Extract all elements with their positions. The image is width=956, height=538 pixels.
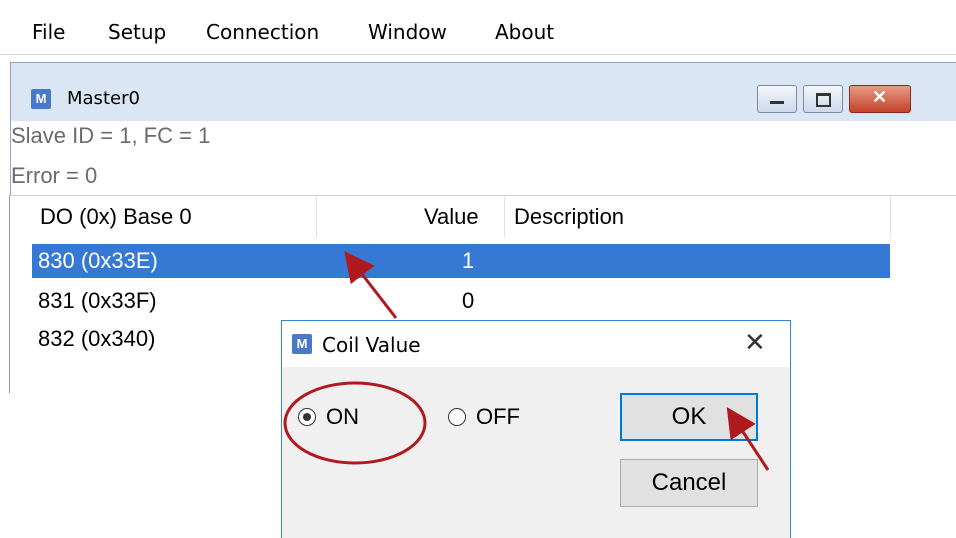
cell-address: 832 (0x340) (38, 326, 156, 351)
menu-file[interactable]: File (32, 20, 65, 44)
close-button[interactable]: ✕ (849, 85, 911, 113)
close-icon: ✕ (872, 87, 888, 107)
dialog-titlebar: M Coil Value ✕ (282, 321, 790, 367)
coil-value-dialog: M Coil Value ✕ ON OFF OK Cancel (281, 320, 791, 538)
column-separator (316, 196, 317, 238)
menu-window[interactable]: Window (368, 20, 447, 44)
menu-setup[interactable]: Setup (108, 20, 166, 44)
maximize-icon (816, 93, 831, 107)
table-row[interactable]: 830 (0x33E) 1 (32, 244, 890, 278)
column-value[interactable]: Value (424, 204, 479, 230)
minimize-icon (770, 101, 784, 104)
dialog-close-icon[interactable]: ✕ (744, 327, 766, 358)
status-error: Error = 0 (11, 163, 98, 188)
radio-off[interactable]: OFF (448, 403, 520, 431)
list-header: DO (0x) Base 0 Value Description (10, 196, 891, 238)
column-separator (504, 196, 505, 238)
cell-value: 1 (462, 248, 475, 273)
radio-on-label: ON (326, 404, 359, 429)
dialog-app-icon: M (292, 334, 312, 354)
app-icon: M (31, 89, 51, 109)
radio-off-label: OFF (476, 404, 520, 429)
dialog-title: Coil Value (322, 333, 421, 357)
menu-about[interactable]: About (495, 20, 554, 44)
radio-checked-icon (298, 408, 316, 426)
status-slave-id: Slave ID = 1, FC = 1 (11, 123, 211, 148)
radio-unchecked-icon (448, 408, 466, 426)
table-row[interactable]: 831 (0x33F) 0 (32, 284, 890, 318)
column-description[interactable]: Description (514, 204, 624, 230)
radio-on[interactable]: ON (298, 403, 359, 431)
cell-value: 0 (462, 288, 475, 313)
cell-address: 831 (0x33F) (38, 288, 157, 313)
ok-button[interactable]: OK (620, 393, 758, 441)
cell-address: 830 (0x33E) (38, 248, 158, 273)
cancel-button[interactable]: Cancel (620, 459, 758, 507)
menu-bar: File Setup Connection Window About (0, 0, 956, 55)
maximize-button[interactable] (803, 85, 843, 113)
column-address[interactable]: DO (0x) Base 0 (40, 204, 192, 230)
column-separator (890, 196, 891, 238)
window-title: Master0 (67, 88, 140, 109)
minimize-button[interactable] (757, 85, 797, 113)
menu-connection[interactable]: Connection (206, 20, 319, 44)
dialog-body: ON OFF OK Cancel (282, 367, 790, 538)
